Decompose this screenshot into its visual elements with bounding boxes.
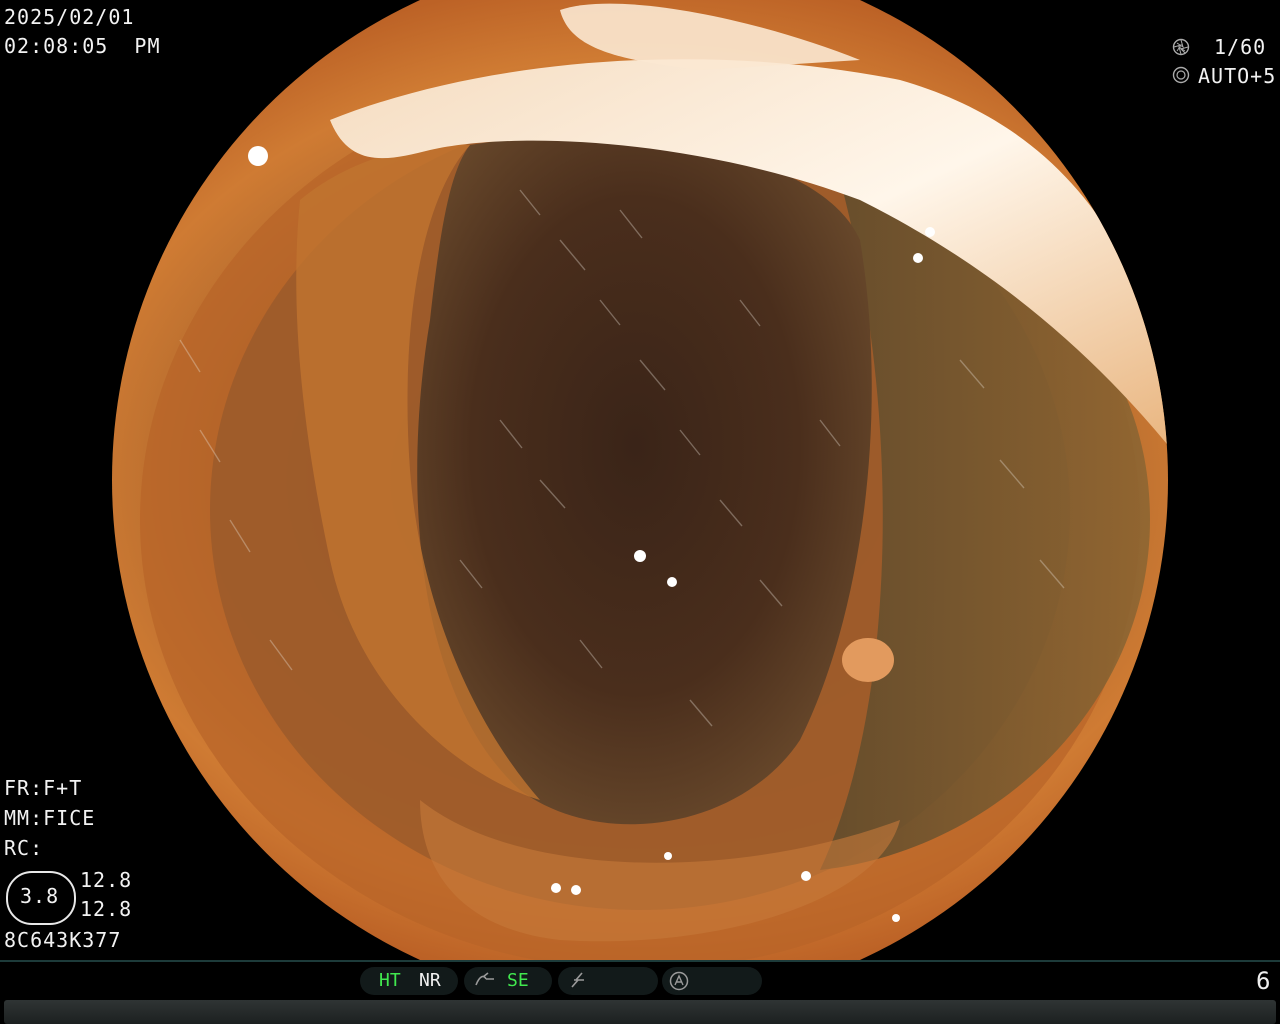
aperture-icon <box>1172 38 1190 56</box>
ht-nr-pill <box>360 967 458 995</box>
endoscope-image <box>112 0 1168 960</box>
auto-a-icon <box>668 971 690 996</box>
date-text: 2025/02/01 <box>4 5 135 29</box>
se-label: SE <box>507 970 529 991</box>
status-bottom-bar <box>4 1000 1276 1024</box>
curve-icon <box>474 971 496 994</box>
rc-text: RC: <box>4 836 44 860</box>
ht-label: HT <box>379 970 401 991</box>
value-b: 12.8 <box>80 897 133 921</box>
iris-text: AUTO+5 <box>1198 64 1277 88</box>
shutter-text: 1/60 <box>1214 35 1267 59</box>
zoom-value: 3.8 <box>20 884 60 908</box>
time-text: 02:08:05 PM <box>4 34 161 58</box>
page-number: 6 <box>1256 967 1271 995</box>
serial-text: 8C643K377 <box>4 928 122 952</box>
value-a: 12.8 <box>80 868 133 892</box>
mm-text: MM:FICE <box>4 806 96 830</box>
fr-text: FR:F+T <box>4 776 83 800</box>
iris-icon <box>1172 66 1190 84</box>
status-divider <box>0 960 1280 962</box>
flash-icon <box>568 971 588 994</box>
nr-label: NR <box>419 970 441 991</box>
